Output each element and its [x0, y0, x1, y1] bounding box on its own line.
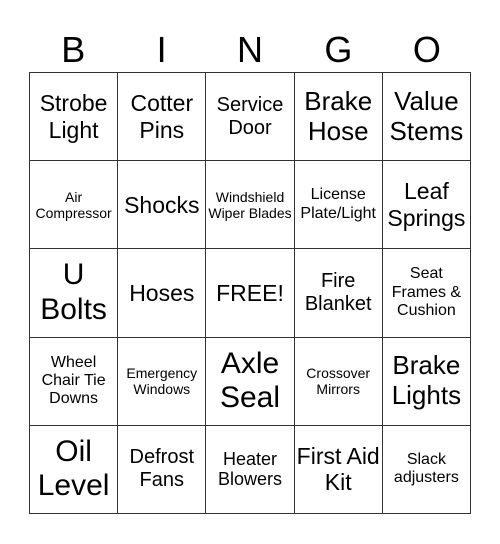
bingo-cell[interactable]: Hoses: [118, 249, 207, 338]
bingo-cell[interactable]: Emergency Windows: [118, 337, 207, 426]
bingo-cell[interactable]: Strobe Light: [30, 73, 119, 162]
bingo-header: B I N G O: [29, 28, 471, 72]
bingo-cell[interactable]: Cotter Pins: [118, 73, 207, 162]
bingo-free-space[interactable]: FREE!: [206, 249, 295, 338]
bingo-cell[interactable]: Defrost Fans: [118, 425, 207, 514]
bingo-cell[interactable]: Brake Lights: [382, 337, 471, 426]
bingo-cell[interactable]: Fire Blanket: [294, 249, 383, 338]
bingo-cell[interactable]: Service Door: [206, 73, 295, 162]
bingo-grid: Strobe Light Cotter Pins Service Door Brake…: [29, 72, 471, 514]
header-letter-g: G: [324, 29, 353, 70]
bingo-cell[interactable]: Seat Frames & Cushion: [382, 249, 471, 338]
bingo-cell[interactable]: License Plate/Light: [294, 161, 383, 250]
bingo-cell[interactable]: Windshield Wiper Blades: [206, 161, 295, 250]
bingo-cell[interactable]: Wheel Chair Tie Downs: [30, 337, 119, 426]
bingo-cell[interactable]: Slack adjusters: [382, 425, 471, 514]
bingo-cell[interactable]: Value Stems: [382, 73, 471, 162]
bingo-cell[interactable]: Air Compressor: [30, 161, 119, 250]
bingo-cell[interactable]: Brake Hose: [294, 73, 383, 162]
header-letter-b: B: [61, 29, 86, 70]
bingo-cell[interactable]: Shocks: [118, 161, 207, 250]
header-letter-n: N: [237, 29, 264, 70]
bingo-cell[interactable]: Axle Seal: [206, 337, 295, 426]
header-letter-i: I: [156, 29, 167, 70]
bingo-cell[interactable]: Oil Level: [30, 425, 119, 514]
bingo-cell[interactable]: Heater Blowers: [206, 425, 295, 514]
bingo-cell[interactable]: U Bolts: [30, 249, 119, 338]
bingo-cell[interactable]: Leaf Springs: [382, 161, 471, 250]
header-letter-o: O: [412, 29, 441, 70]
bingo-cell[interactable]: Crossover Mirrors: [294, 337, 383, 426]
bingo-cell[interactable]: First Aid Kit: [294, 425, 383, 514]
